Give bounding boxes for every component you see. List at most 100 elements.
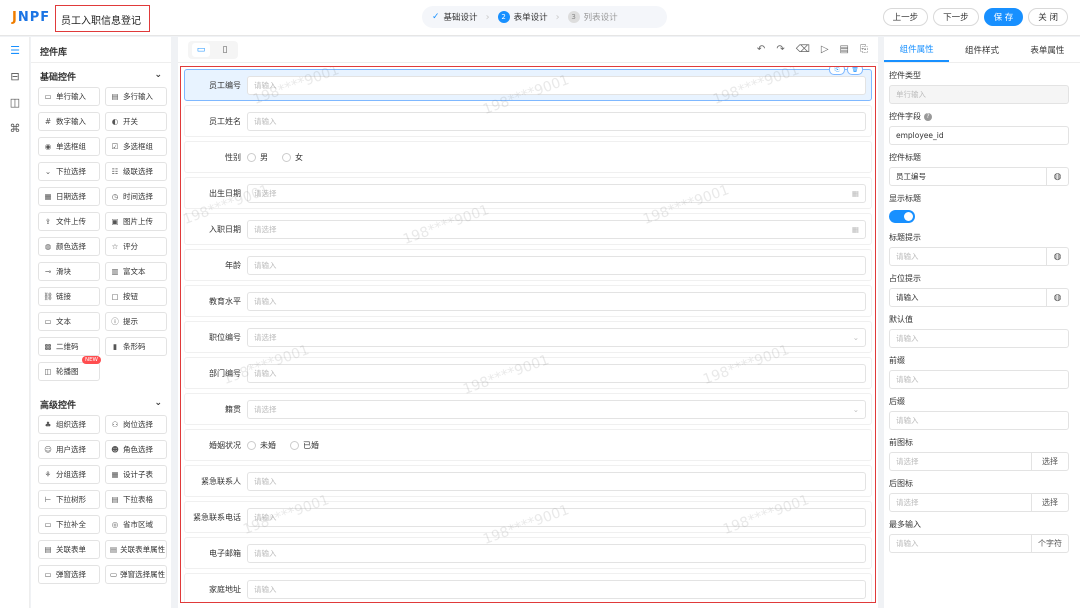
- globe-icon[interactable]: ◍: [1046, 289, 1068, 306]
- property-input[interactable]: 员工编号 ◍: [889, 167, 1069, 186]
- close-button[interactable]: 关 闭: [1028, 8, 1068, 26]
- library-item[interactable]: ▥ 富文本: [105, 262, 167, 281]
- form-field-row[interactable]: 部门编号 请输入: [184, 357, 872, 389]
- library-item[interactable]: ▤ 多行输入: [105, 87, 167, 106]
- library-item[interactable]: ▭ 下拉补全: [38, 515, 100, 534]
- library-item[interactable]: ▭ 弹窗选择属性: [105, 565, 167, 584]
- library-item[interactable]: ◉ 单选框组: [38, 137, 100, 156]
- library-item[interactable]: ▩ 二维码: [38, 337, 100, 356]
- library-item[interactable]: ⇪ 文件上传: [38, 212, 100, 231]
- library-item[interactable]: ▭ 文本: [38, 312, 100, 331]
- save-button[interactable]: 保 存: [983, 8, 1024, 26]
- basic-controls-header[interactable]: 基础控件 ⌄: [31, 63, 171, 87]
- library-item[interactable]: ▣ 图片上传: [105, 212, 167, 231]
- property-input[interactable]: 请输入 ◍: [889, 288, 1069, 307]
- property-input[interactable]: 请选择 选择: [889, 452, 1069, 471]
- library-item[interactable]: ▮ 条形码: [105, 337, 167, 356]
- redo-icon[interactable]: ↷: [776, 44, 784, 55]
- library-item[interactable]: ▦ 设计子表: [105, 465, 167, 484]
- library-item[interactable]: ▢ 按钮: [105, 287, 167, 306]
- field-input[interactable]: 请输入: [247, 363, 866, 383]
- tab-component-style[interactable]: 组件样式: [949, 37, 1014, 62]
- code-icon[interactable]: ⎘: [860, 44, 868, 55]
- show-title-toggle[interactable]: [889, 210, 915, 223]
- library-item[interactable]: ◎ 省市区域: [105, 515, 167, 534]
- property-input[interactable]: 请输入 ◍: [889, 247, 1069, 266]
- property-suffix-button[interactable]: 选择: [1031, 494, 1068, 511]
- form-drop-area[interactable]: 员工编号 请输入 ⎘ 🗑 员工姓名 请输入 性别男女出生日期 请选择 ▦ 入职日期 请选择 ▦ 年龄 请输…: [180, 66, 876, 603]
- form-field-row[interactable]: 入职日期 请选择 ▦: [184, 213, 872, 245]
- undo-icon[interactable]: ↶: [757, 44, 765, 55]
- field-input[interactable]: 请输入: [247, 471, 866, 491]
- property-suffix-button[interactable]: 个字符: [1031, 535, 1068, 552]
- library-item[interactable]: ☻ 角色选择: [105, 440, 167, 459]
- radio-option[interactable]: 未婚: [247, 440, 276, 451]
- code-icon[interactable]: ⌘: [0, 115, 30, 141]
- globe-icon[interactable]: ◍: [1046, 168, 1068, 185]
- form-field-row[interactable]: 职位编号 请选择 ⌄: [184, 321, 872, 353]
- next-step-button[interactable]: 下一步: [933, 8, 979, 26]
- help-icon[interactable]: ?: [924, 112, 932, 121]
- preview-icon[interactable]: ▷: [821, 44, 829, 55]
- field-input[interactable]: 请选择 ▦: [247, 219, 866, 239]
- field-input[interactable]: 请选择 ⌄: [247, 399, 866, 419]
- globe-icon[interactable]: ◍: [1046, 248, 1068, 265]
- radio-option[interactable]: 已婚: [290, 440, 319, 451]
- field-input[interactable]: 请输入: [247, 543, 866, 563]
- clear-icon[interactable]: ⌫: [796, 44, 810, 55]
- form-field-row[interactable]: 年龄 请输入: [184, 249, 872, 281]
- step-form-design[interactable]: 2 表单设计: [497, 11, 548, 23]
- tab-component-props[interactable]: 组件属性: [884, 37, 950, 62]
- form-field-row[interactable]: 家庭地址 请输入: [184, 573, 872, 602]
- library-item[interactable]: ◐ 开关: [105, 112, 167, 131]
- property-input[interactable]: 请输入: [889, 411, 1069, 430]
- library-item[interactable]: ⊢ 下拉树形: [38, 490, 100, 509]
- field-input[interactable]: 请输入: [247, 111, 866, 131]
- desktop-icon[interactable]: ▭: [192, 42, 210, 57]
- form-field-row[interactable]: 电子邮箱 请输入: [184, 537, 872, 569]
- form-field-row[interactable]: 员工姓名 请输入: [184, 105, 872, 137]
- library-item[interactable]: ⓘ 提示: [105, 312, 167, 331]
- radio-option[interactable]: 男: [247, 152, 268, 163]
- step-list-design[interactable]: 3 列表设计: [567, 11, 618, 23]
- library-item[interactable]: ▤ 下拉表格: [105, 490, 167, 509]
- library-item[interactable]: ☺ 用户选择: [38, 440, 100, 459]
- field-input[interactable]: 请输入: [247, 75, 866, 95]
- prev-step-button[interactable]: 上一步: [882, 8, 929, 26]
- library-item[interactable]: ⚇ 岗位选择: [105, 415, 167, 434]
- form-field-row[interactable]: 婚姻状况 未婚 已婚: [184, 429, 872, 461]
- field-input[interactable]: 请输入: [247, 291, 866, 311]
- advanced-controls-header[interactable]: 高级控件 ⌄: [31, 391, 171, 415]
- property-input[interactable]: employee_id: [889, 126, 1069, 145]
- form-field-row[interactable]: 出生日期 请选择 ▦: [184, 177, 872, 209]
- tree-icon[interactable]: ⊟: [0, 63, 30, 89]
- library-item[interactable]: ◷ 时间选择: [105, 187, 167, 206]
- layout-icon[interactable]: ◫: [0, 89, 30, 115]
- library-item[interactable]: ☆ 评分: [105, 237, 167, 256]
- radio-option[interactable]: 女: [282, 152, 303, 163]
- library-item[interactable]: ▭ 弹窗选择: [38, 565, 100, 584]
- property-input[interactable]: 请输入: [889, 329, 1069, 348]
- form-field-row[interactable]: 教育水平 请输入: [184, 285, 872, 317]
- form-field-row[interactable]: 性别男 女: [184, 141, 872, 173]
- library-item[interactable]: ◫ 轮播图 NEW: [38, 356, 101, 381]
- delete-icon[interactable]: 🗑: [847, 67, 863, 75]
- library-item[interactable]: ☷ 级联选择: [105, 162, 167, 181]
- form-field-row[interactable]: 紧急联系人 请输入: [184, 465, 872, 497]
- library-item[interactable]: ▤ 关联表单属性: [105, 540, 167, 559]
- form-field-row[interactable]: 紧急联系电话 请输入: [184, 501, 872, 533]
- field-input[interactable]: 请选择 ▦: [247, 183, 866, 203]
- library-item[interactable]: ⚘ 分组选择: [38, 465, 100, 484]
- field-input[interactable]: 请输入: [247, 579, 866, 599]
- field-input[interactable]: 请输入: [247, 255, 866, 275]
- property-suffix-button[interactable]: 选择: [1031, 453, 1068, 470]
- library-item[interactable]: ☑ 多选框组: [105, 137, 167, 156]
- library-item[interactable]: ◍ 颜色选择: [38, 237, 100, 256]
- library-item[interactable]: ⊸ 滑块: [38, 262, 100, 281]
- library-item[interactable]: ▤ 关联表单: [38, 540, 100, 559]
- json-icon[interactable]: ▤: [840, 44, 849, 55]
- form-field-row[interactable]: 员工编号 请输入 ⎘ 🗑: [184, 67, 872, 101]
- property-input[interactable]: 请输入 个字符: [889, 534, 1069, 553]
- tab-form-props[interactable]: 表单属性: [1015, 37, 1080, 62]
- component-library-icon[interactable]: ☰: [0, 37, 30, 63]
